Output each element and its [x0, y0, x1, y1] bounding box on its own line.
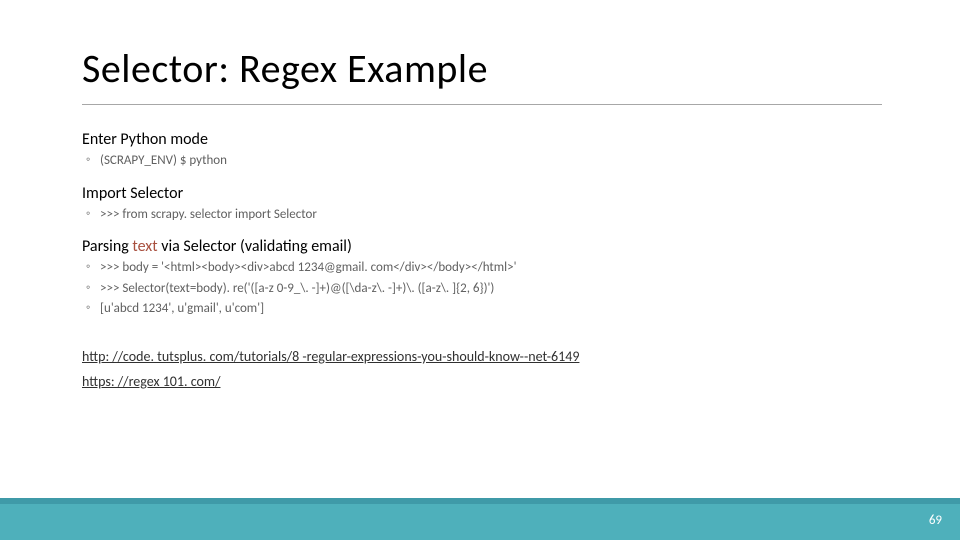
link-tutsplus[interactable]: http: //code. tutsplus. com/tutorials/8 …: [82, 348, 882, 365]
footer: 69: [0, 498, 960, 540]
section-head-3: Parsing text via Selector (validating em…: [82, 237, 882, 256]
list-item: >>> Selector(text=body). re('([a-z 0-9_\…: [100, 280, 882, 298]
link-regex101[interactable]: https: //regex 101. com/: [82, 373, 882, 390]
slide: Selector: Regex Example Enter Python mod…: [0, 0, 960, 540]
section-head-post: via Selector (validating email): [158, 237, 352, 256]
slide-content: Enter Python mode (SCRAPY_ENV) $ python …: [82, 130, 882, 398]
bullet-list-3: >>> body = '<html><body><div>abcd 1234@g…: [82, 259, 882, 318]
section-head-2: Import Selector: [82, 184, 882, 203]
list-item: >>> from scrapy. selector import Selecto…: [100, 206, 882, 224]
bullet-list-1: (SCRAPY_ENV) $ python: [82, 152, 882, 170]
list-item: [u'abcd 1234', u'gmail', u'com']: [100, 300, 882, 318]
title-rule: [82, 104, 882, 105]
list-item: (SCRAPY_ENV) $ python: [100, 152, 882, 170]
footer-band-main: 69: [0, 504, 960, 540]
section-head-pre: Parsing: [82, 237, 132, 256]
links-block: http: //code. tutsplus. com/tutorials/8 …: [82, 348, 882, 390]
section-head-accent: text: [132, 237, 157, 256]
section-head-1: Enter Python mode: [82, 130, 882, 149]
page-number: 69: [929, 513, 942, 528]
bullet-list-2: >>> from scrapy. selector import Selecto…: [82, 206, 882, 224]
slide-title: Selector: Regex Example: [82, 44, 488, 93]
list-item: >>> body = '<html><body><div>abcd 1234@g…: [100, 259, 882, 277]
